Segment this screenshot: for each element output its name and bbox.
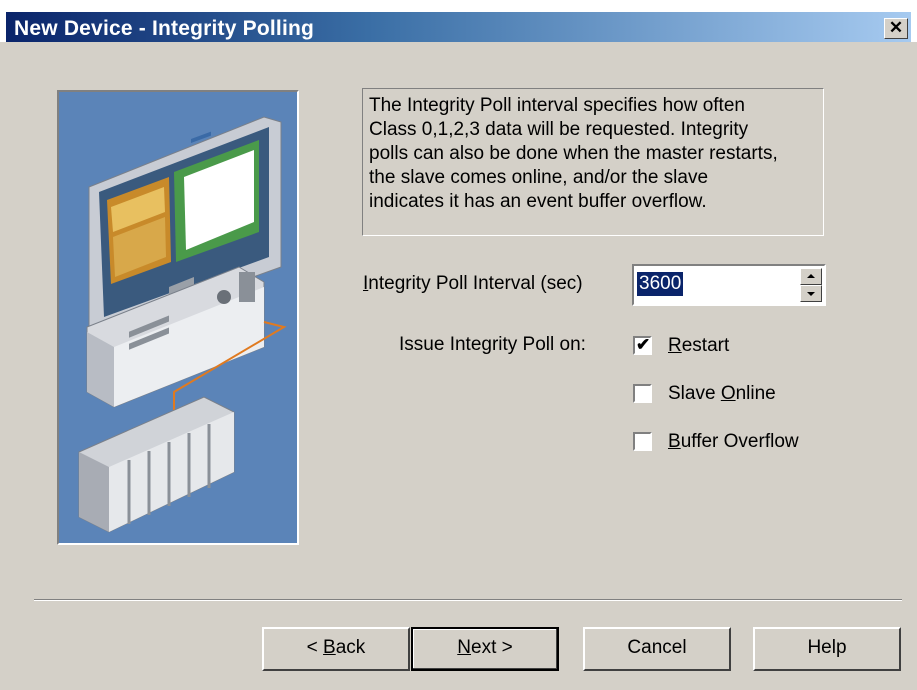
close-button[interactable]: ✕ xyxy=(884,18,908,39)
check-icon: ✔ xyxy=(636,335,651,354)
help-text-box: The Integrity Poll interval specifies ho… xyxy=(362,88,824,236)
close-icon: ✕ xyxy=(888,18,904,37)
interval-input[interactable]: 3600 xyxy=(637,272,684,296)
computer-and-plc-illustration xyxy=(57,90,299,545)
interval-spinner[interactable]: 3600 xyxy=(632,264,826,306)
restart-label[interactable]: Restart xyxy=(668,335,729,357)
spin-up-button[interactable] xyxy=(800,268,822,285)
button-divider xyxy=(34,599,902,601)
buffer-overflow-checkbox[interactable] xyxy=(633,432,652,451)
interval-label: Integrity Poll Interval (sec) xyxy=(363,273,583,294)
help-button[interactable]: Help xyxy=(753,627,901,671)
spin-down-icon xyxy=(807,292,815,296)
restart-checkbox[interactable]: ✔ xyxy=(633,335,652,355)
buffer-overflow-label[interactable]: Buffer Overflow xyxy=(668,431,799,453)
back-button[interactable]: < Back xyxy=(262,627,410,671)
slave-online-label[interactable]: Slave Online xyxy=(668,383,776,405)
slave-online-checkbox[interactable] xyxy=(633,384,652,403)
spin-down-button[interactable] xyxy=(800,285,822,302)
title-bar: New Device - Integrity Polling ✕ xyxy=(0,0,917,42)
issue-poll-label: Issue Integrity Poll on: xyxy=(399,334,586,355)
spin-up-icon xyxy=(807,274,815,278)
window-title: New Device - Integrity Polling xyxy=(14,17,315,40)
next-button[interactable]: Next > xyxy=(411,627,559,671)
cancel-button[interactable]: Cancel xyxy=(583,627,731,671)
